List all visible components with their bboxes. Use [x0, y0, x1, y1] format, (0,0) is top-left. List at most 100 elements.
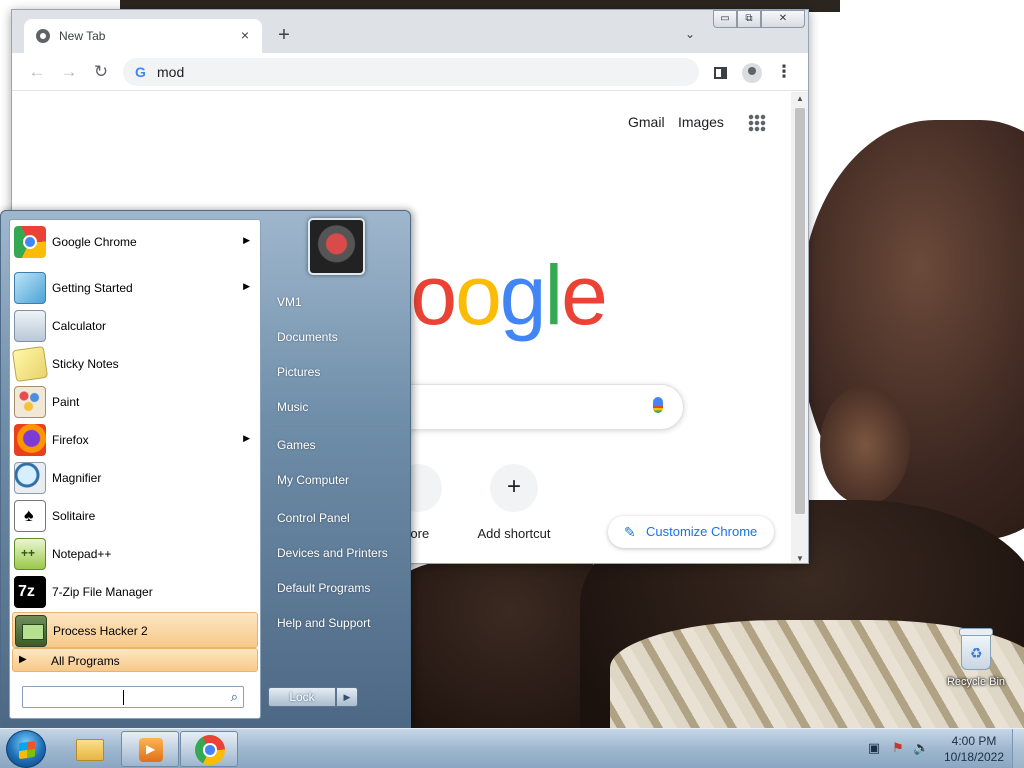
- taskbar-clock[interactable]: 4:00 PM 10/18/2022: [938, 733, 1010, 765]
- tab-strip: New Tab × + ⌄ ▭ ⧉ ✕: [12, 10, 808, 53]
- volume-icon[interactable]: 🔈: [913, 740, 929, 756]
- start-menu-link-devices-and-printers[interactable]: Devices and Printers: [269, 538, 403, 568]
- firefox-icon: [14, 424, 46, 456]
- solitaire-icon: [14, 500, 46, 532]
- address-bar-text[interactable]: mod: [157, 64, 184, 80]
- sticky-notes-icon: [11, 345, 49, 383]
- start-menu-link-control-panel[interactable]: Control Panel: [269, 503, 403, 533]
- profile-avatar-icon[interactable]: [740, 61, 764, 85]
- taskbar-chrome-button[interactable]: [180, 731, 238, 767]
- start-menu-item-process-hacker[interactable]: Process Hacker 2: [12, 612, 258, 648]
- start-menu-item-label: Solitaire: [52, 509, 96, 523]
- pencil-icon: ✎: [624, 524, 636, 540]
- start-menu-divider: [273, 426, 401, 427]
- notepad-plus-plus-icon: [14, 538, 46, 570]
- start-search-input[interactable]: ⌕: [22, 686, 244, 708]
- clock-time: 4:00 PM: [951, 734, 997, 748]
- search-icon[interactable]: ⌕: [231, 689, 238, 705]
- customize-chrome-label: Customize Chrome: [646, 524, 758, 539]
- taskbar-explorer-button[interactable]: [60, 731, 118, 767]
- user-account-picture[interactable]: [308, 218, 365, 275]
- recycle-bin-label: Recycle Bin: [946, 676, 1006, 688]
- start-menu-item-label: 7-Zip File Manager: [52, 585, 153, 599]
- all-programs-button[interactable]: ▶ All Programs: [12, 648, 258, 672]
- images-link[interactable]: Images: [678, 114, 724, 130]
- recycle-bin-icon: ♻: [959, 628, 993, 670]
- google-search-engine-icon: G: [135, 64, 146, 80]
- forward-arrow-icon[interactable]: →: [57, 61, 81, 85]
- taskbar: ▣ ⚑ 🔈 4:00 PM 10/18/2022: [0, 728, 1024, 768]
- minimize-button[interactable]: ▭: [713, 10, 737, 28]
- scrollbar-thumb[interactable]: [795, 108, 805, 514]
- recycle-bin-desktop-icon[interactable]: ♻ Recycle Bin: [940, 628, 1012, 702]
- tab-close-icon[interactable]: ×: [236, 26, 254, 44]
- tab-new-tab[interactable]: New Tab ×: [24, 19, 262, 53]
- close-window-button[interactable]: ✕: [761, 10, 805, 28]
- new-tab-button[interactable]: +: [274, 25, 294, 45]
- scroll-up-arrow-icon[interactable]: ▲: [796, 94, 804, 103]
- start-menu-link-help-and-support[interactable]: Help and Support: [269, 608, 403, 638]
- chrome-favicon-icon: [36, 29, 50, 43]
- start-menu-item-getting-started[interactable]: Getting Started ▶: [12, 270, 258, 306]
- kebab-menu-icon[interactable]: ⋮: [772, 61, 796, 85]
- start-menu-item-label: Calculator: [52, 319, 107, 333]
- start-menu-item-label: Google Chrome: [52, 235, 137, 249]
- back-arrow-icon[interactable]: ←: [25, 61, 49, 85]
- start-menu-item-sticky-notes[interactable]: Sticky Notes: [11, 345, 258, 383]
- all-programs-label: All Programs: [51, 654, 120, 668]
- voice-search-mic-icon[interactable]: [653, 397, 663, 413]
- page-scrollbar[interactable]: ▲ ▼: [791, 92, 808, 563]
- start-menu-item-notepad-plus-plus[interactable]: Notepad++: [12, 536, 258, 572]
- start-menu-link-default-programs[interactable]: Default Programs: [269, 573, 403, 603]
- reload-icon[interactable]: ↻: [89, 61, 113, 85]
- start-menu-link-games[interactable]: Games: [269, 430, 403, 460]
- magnifier-icon: [14, 462, 46, 494]
- start-menu-item-solitaire[interactable]: Solitaire: [12, 498, 258, 534]
- start-menu-item-label: Magnifier: [52, 471, 102, 485]
- expand-arrow-icon: ▶: [19, 654, 27, 665]
- address-bar[interactable]: G mod: [123, 58, 699, 86]
- submenu-arrow-icon: ▶: [243, 235, 250, 245]
- start-menu-item-google-chrome[interactable]: Google Chrome ▶: [12, 224, 258, 260]
- start-menu-item-magnifier[interactable]: Magnifier: [12, 460, 258, 496]
- wallpaper-shape: [820, 385, 910, 505]
- windows-logo-icon: [19, 740, 35, 760]
- getting-started-icon: [14, 272, 46, 304]
- calculator-icon: [14, 310, 46, 342]
- start-menu-item-label: Paint: [52, 395, 80, 409]
- start-menu-item-calculator[interactable]: Calculator: [12, 308, 258, 344]
- add-shortcut-tile[interactable]: + Add shortcut: [458, 464, 570, 541]
- action-center-flag-icon[interactable]: ⚑: [890, 740, 906, 756]
- start-menu-item-firefox[interactable]: Firefox ▶: [12, 422, 258, 458]
- start-menu-link-documents[interactable]: Documents: [269, 322, 403, 352]
- scroll-down-arrow-icon[interactable]: ▼: [796, 554, 804, 563]
- maximize-button[interactable]: ⧉: [737, 10, 761, 28]
- process-hacker-icon: [15, 615, 47, 647]
- gmail-link[interactable]: Gmail: [628, 114, 665, 130]
- start-menu-link-my-computer[interactable]: My Computer: [269, 465, 403, 495]
- start-menu-item-paint[interactable]: Paint: [12, 384, 258, 420]
- start-button[interactable]: [6, 730, 46, 768]
- submenu-arrow-icon: ▶: [243, 433, 250, 443]
- start-menu-link-music[interactable]: Music: [269, 392, 403, 422]
- lock-button[interactable]: Lock: [268, 687, 336, 707]
- start-menu: Google Chrome ▶ Getting Started ▶ Calcul…: [0, 210, 411, 728]
- start-menu-link-pictures[interactable]: Pictures: [269, 357, 403, 387]
- show-desktop-button[interactable]: [1012, 729, 1024, 768]
- text-caret: [123, 690, 124, 705]
- taskbar-media-player-button[interactable]: [121, 731, 179, 767]
- start-menu-item-7zip[interactable]: 7-Zip File Manager: [12, 574, 258, 610]
- folder-icon: [76, 739, 104, 761]
- media-player-icon: [139, 738, 163, 762]
- chrome-icon: [195, 735, 225, 765]
- tab-search-chevron-icon[interactable]: ⌄: [680, 27, 700, 43]
- shutdown-options-arrow-icon[interactable]: ▶: [336, 687, 358, 707]
- browser-toolbar: ← → ↻ G mod ⋮: [12, 53, 808, 91]
- tab-title: New Tab: [59, 29, 106, 43]
- side-panel-icon[interactable]: [708, 61, 732, 85]
- network-icon[interactable]: ▣: [866, 740, 882, 756]
- start-menu-link-user[interactable]: VM1: [269, 287, 403, 317]
- clock-date: 10/18/2022: [943, 750, 1005, 764]
- customize-chrome-button[interactable]: ✎ Customize Chrome: [608, 516, 774, 548]
- google-apps-icon[interactable]: [748, 114, 766, 132]
